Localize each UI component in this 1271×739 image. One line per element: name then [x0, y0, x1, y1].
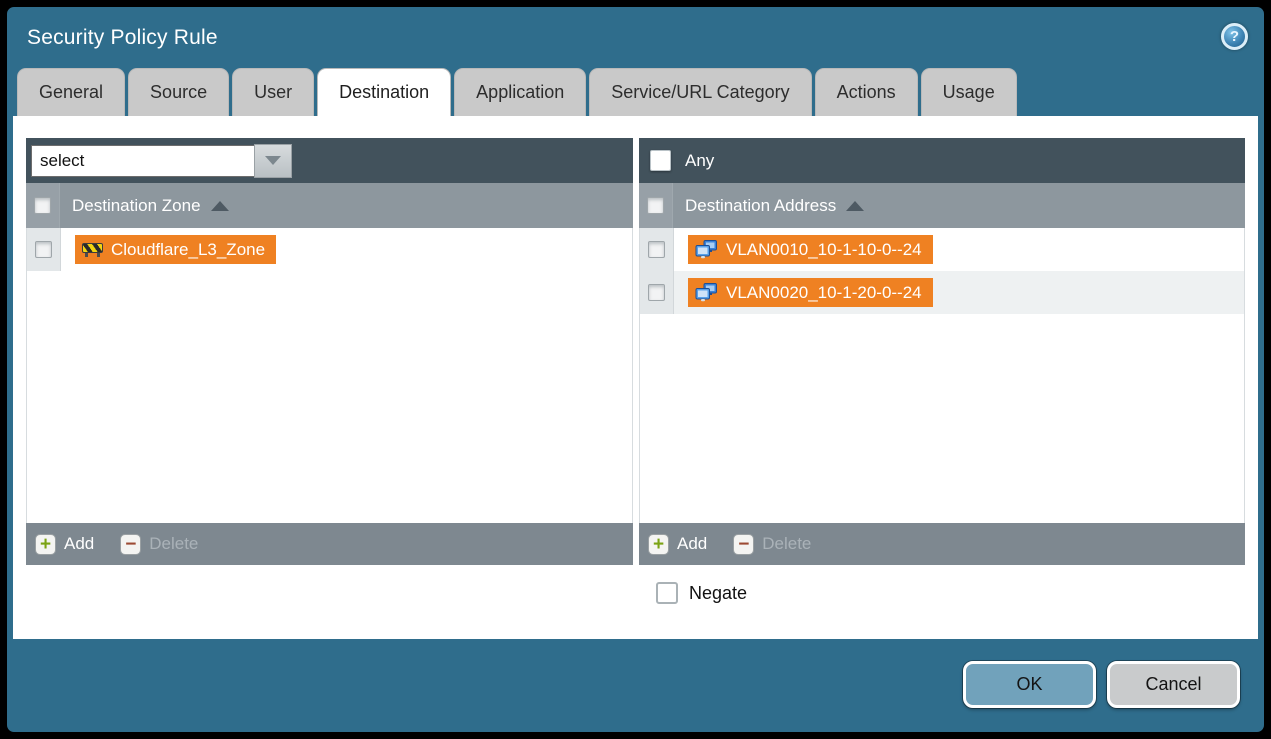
row-checkbox[interactable]	[648, 241, 665, 258]
any-label: Any	[685, 151, 714, 171]
zone-column-header: Destination Zone	[26, 183, 633, 228]
tab-usage[interactable]: Usage	[921, 68, 1017, 116]
zone-select-input[interactable]	[31, 145, 254, 177]
delete-icon: −	[733, 534, 754, 555]
address-panel-footer: + Add − Delete	[639, 523, 1245, 565]
network-icon	[695, 240, 718, 259]
zone-item-label: Cloudflare_L3_Zone	[111, 240, 265, 260]
tab-general[interactable]: General	[17, 68, 125, 116]
tab-source[interactable]: Source	[128, 68, 229, 116]
zone-column-label[interactable]: Destination Zone	[72, 196, 201, 216]
tab-user[interactable]: User	[232, 68, 314, 116]
address-column-header: Destination Address	[639, 183, 1245, 228]
address-panel-toolbar: Any	[639, 138, 1245, 183]
tab-bar: General Source User Destination Applicat…	[7, 68, 1264, 116]
address-select-all-checkbox[interactable]	[647, 197, 664, 214]
row-checkbox[interactable]	[648, 284, 665, 301]
cancel-button[interactable]: Cancel	[1107, 661, 1240, 708]
address-item-label: VLAN0010_10-1-10-0--24	[726, 240, 922, 260]
help-icon[interactable]: ?	[1221, 23, 1248, 50]
tab-actions[interactable]: Actions	[815, 68, 918, 116]
address-item[interactable]: VLAN0010_10-1-10-0--24	[688, 235, 933, 264]
delete-address-button[interactable]: − Delete	[733, 534, 811, 555]
sort-ascending-icon[interactable]	[211, 201, 229, 211]
zone-item[interactable]: Cloudflare_L3_Zone	[75, 235, 276, 264]
any-checkbox[interactable]	[650, 150, 671, 171]
zone-select-all-checkbox[interactable]	[34, 197, 51, 214]
add-label: Add	[677, 534, 707, 554]
zone-panel-footer: + Add − Delete	[26, 523, 633, 565]
table-row[interactable]: VLAN0010_10-1-10-0--24	[640, 228, 1244, 271]
sort-ascending-icon[interactable]	[846, 201, 864, 211]
address-rows: VLAN0010_10-1-10-0--24 VLAN0020_10-1-20-…	[639, 228, 1245, 523]
network-icon	[695, 283, 718, 302]
destination-address-panel: Any Destination Address	[639, 138, 1245, 565]
security-policy-rule-dialog: Security Policy Rule ? General Source Us…	[0, 0, 1271, 739]
table-row[interactable]: VLAN0020_10-1-20-0--24	[640, 271, 1244, 314]
destination-zone-panel: Destination Zone Clou	[26, 138, 633, 565]
add-zone-button[interactable]: + Add	[35, 534, 94, 555]
add-address-button[interactable]: + Add	[648, 534, 707, 555]
table-row[interactable]: Cloudflare_L3_Zone	[27, 228, 632, 271]
zone-select-combobox	[31, 144, 292, 178]
add-label: Add	[64, 534, 94, 554]
chevron-down-icon	[265, 156, 281, 165]
zone-panel-toolbar	[26, 138, 633, 183]
title-bar: Security Policy Rule ?	[7, 7, 1264, 68]
zone-rows: Cloudflare_L3_Zone	[26, 228, 633, 523]
destination-tab-content: Destination Zone Clou	[13, 116, 1258, 639]
row-checkbox[interactable]	[35, 241, 52, 258]
tab-application[interactable]: Application	[454, 68, 586, 116]
add-icon: +	[35, 534, 56, 555]
delete-zone-button[interactable]: − Delete	[120, 534, 198, 555]
delete-label: Delete	[149, 534, 198, 554]
zone-icon	[82, 242, 103, 257]
tab-service-url-category[interactable]: Service/URL Category	[589, 68, 811, 116]
tab-destination[interactable]: Destination	[317, 68, 451, 116]
negate-checkbox[interactable]	[656, 582, 678, 604]
delete-icon: −	[120, 534, 141, 555]
negate-label: Negate	[689, 583, 747, 604]
address-item[interactable]: VLAN0020_10-1-20-0--24	[688, 278, 933, 307]
add-icon: +	[648, 534, 669, 555]
address-item-label: VLAN0020_10-1-20-0--24	[726, 283, 922, 303]
negate-row: Negate	[26, 582, 1258, 604]
zone-select-dropdown-button[interactable]	[254, 144, 292, 178]
delete-label: Delete	[762, 534, 811, 554]
dialog-title: Security Policy Rule	[27, 26, 218, 50]
address-column-label[interactable]: Destination Address	[685, 196, 836, 216]
ok-button[interactable]: OK	[963, 661, 1096, 708]
dialog-footer: OK Cancel	[7, 639, 1264, 732]
